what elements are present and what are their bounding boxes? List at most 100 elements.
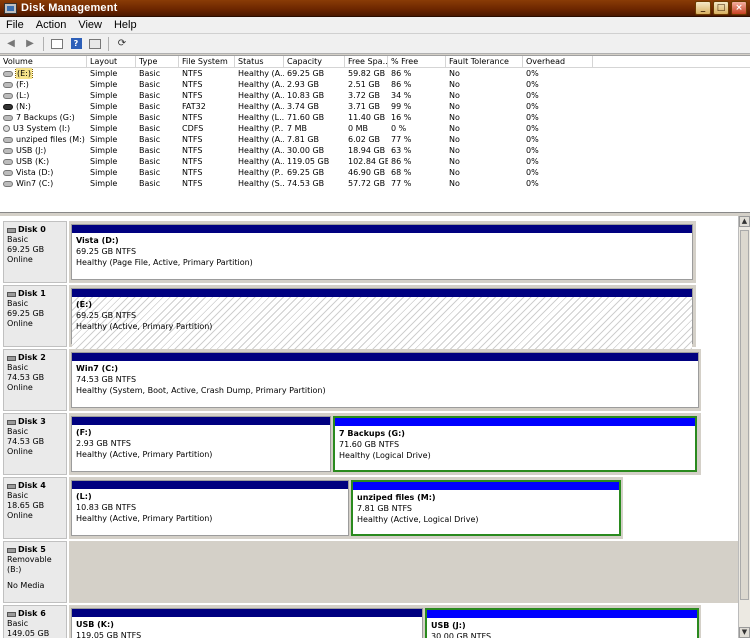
- table-row[interactable]: Win7 (C:) Simple Basic NTFS Healthy (S... 74.…: [0, 178, 750, 189]
- volume-name: (N:): [16, 102, 31, 111]
- volume-name: 7 Backups (G:): [16, 113, 75, 122]
- partition-block[interactable]: USB (J:) 30.00 GB NTFS: [425, 608, 699, 638]
- maximize-button[interactable]: □: [713, 1, 729, 15]
- column-header-file-system[interactable]: File System: [179, 56, 235, 67]
- column-header-free-space[interactable]: Free Spa...: [345, 56, 388, 67]
- column-header-status[interactable]: Status: [235, 56, 284, 67]
- table-cell: Healthy (A...: [238, 157, 284, 166]
- partition-size: 7.81 GB NTFS: [357, 504, 412, 513]
- table-row[interactable]: (L:) Simple Basic NTFS Healthy (A... 10.83 GB…: [0, 90, 750, 101]
- menu-action[interactable]: Action: [30, 19, 73, 31]
- disk-icon: [7, 291, 16, 297]
- table-cell: Basic: [139, 146, 161, 155]
- disk-row: Disk 2 Basic 74.53 GB Online Win7 (C:) 74.53 …: [3, 349, 738, 411]
- table-cell: Healthy (A...: [238, 102, 284, 111]
- disk-info[interactable]: Disk 0 Basic 69.25 GB Online: [3, 221, 67, 283]
- table-cell: 18.94 GB: [348, 146, 386, 155]
- console-icon[interactable]: [49, 37, 65, 51]
- disk-partitions: (L:) 10.83 GB NTFS Healthy (Active, Primar…: [69, 477, 623, 539]
- menu-view[interactable]: View: [72, 19, 108, 31]
- partition-block[interactable]: (L:) 10.83 GB NTFS Healthy (Active, Primar…: [71, 480, 349, 536]
- back-icon[interactable]: ◀: [3, 37, 19, 51]
- help-icon[interactable]: ?: [68, 37, 84, 51]
- disk-info[interactable]: Disk 4 Basic 18.65 GB Online: [3, 477, 67, 539]
- table-cell: Basic: [139, 102, 161, 111]
- partition-block[interactable]: Win7 (C:) 74.53 GB NTFS Healthy (System, B…: [71, 352, 699, 408]
- partition-block[interactable]: (E:) 69.25 GB NTFS Healthy (Active, Primar…: [71, 288, 693, 351]
- column-header-capacity[interactable]: Capacity: [284, 56, 345, 67]
- table-row[interactable]: (F:) Simple Basic NTFS Healthy (A... 2.93 GB 2…: [0, 79, 750, 90]
- partition-status: Healthy (Page File, Active, Primary Part…: [76, 258, 253, 267]
- disk-size: 149.05 GB: [7, 629, 50, 638]
- refresh-icon[interactable]: ⟳: [114, 37, 130, 51]
- disk-info[interactable]: Disk 6 Basic 149.05 GB: [3, 605, 67, 638]
- table-cell: NTFS: [182, 80, 203, 89]
- disk-type: Basic: [7, 363, 29, 372]
- disk-info[interactable]: Disk 2 Basic 74.53 GB Online: [3, 349, 67, 411]
- table-row[interactable]: (E:) Simple Basic NTFS Healthy (A... 69.25 GB…: [0, 68, 750, 79]
- menu-file[interactable]: File: [0, 19, 30, 31]
- partition-size: 2.93 GB NTFS: [76, 439, 131, 448]
- volume-name: Win7 (C:): [16, 179, 54, 188]
- menu-help[interactable]: Help: [108, 19, 143, 31]
- partition-block[interactable]: 7 Backups (G:) 71.60 GB NTFS Healthy (Logi…: [333, 416, 697, 472]
- disk-info[interactable]: Disk 1 Basic 69.25 GB Online: [3, 285, 67, 347]
- column-header-fault-tolerance[interactable]: Fault Tolerance: [446, 56, 523, 67]
- table-row[interactable]: U3 System (I:) Simple Basic CDFS Healthy (P.…: [0, 123, 750, 134]
- toolbar: ◀ ▶ ? ⟳: [0, 34, 750, 54]
- table-row[interactable]: 7 Backups (G:) Simple Basic NTFS Healthy (L.…: [0, 112, 750, 123]
- table-cell: Vista (D:): [0, 167, 87, 178]
- disk-management-app-icon[interactable]: [4, 2, 17, 14]
- column-header-type[interactable]: Type: [136, 56, 179, 67]
- table-cell: 0 MB: [348, 124, 369, 133]
- disk-status: Online: [7, 447, 33, 456]
- forward-icon[interactable]: ▶: [22, 37, 38, 51]
- partition-details: unziped files (M:) 7.81 GB NTFS Healthy (A…: [353, 490, 619, 542]
- minimize-button[interactable]: _: [695, 1, 711, 15]
- partition-label: (E:): [76, 300, 92, 309]
- disk-info[interactable]: Disk 5 Removable (B:) No Media: [3, 541, 67, 603]
- table-cell: NTFS: [182, 69, 203, 78]
- table-cell: Simple: [90, 146, 118, 155]
- column-header-volume[interactable]: Volume: [0, 56, 87, 67]
- table-cell: NTFS: [182, 113, 203, 122]
- vertical-scrollbar[interactable]: ▲ ▼: [738, 216, 750, 638]
- partition-block[interactable]: Vista (D:) 69.25 GB NTFS Healthy (Page Fil…: [71, 224, 693, 280]
- disk-name: Disk 3: [7, 417, 66, 427]
- partition-status: Healthy (Logical Drive): [339, 451, 431, 460]
- table-row[interactable]: (N:) Simple Basic FAT32 Healthy (A... 3.74 GB…: [0, 101, 750, 112]
- disk-type: Basic: [7, 427, 29, 436]
- properties-icon[interactable]: [87, 37, 103, 51]
- table-cell: 68 %: [391, 168, 412, 177]
- partition-block[interactable]: USB (K:) 119.05 GB NTFS: [71, 608, 423, 638]
- partition-block[interactable]: (F:) 2.93 GB NTFS Healthy (Active, Primary…: [71, 416, 331, 472]
- toolbar-separator-2: [108, 36, 109, 51]
- partition-status: Healthy (Active, Primary Partition): [76, 514, 213, 523]
- close-button[interactable]: ×: [731, 1, 747, 15]
- scroll-up-button[interactable]: ▲: [739, 216, 750, 227]
- table-cell: Simple: [90, 168, 118, 177]
- table-row[interactable]: USB (J:) Simple Basic NTFS Healthy (A... 30.0…: [0, 145, 750, 156]
- column-header-overhead[interactable]: Overhead: [523, 56, 593, 67]
- partition-label: 7 Backups (G:): [339, 429, 405, 438]
- partition-size: 74.53 GB NTFS: [76, 375, 137, 384]
- column-header-percent-free[interactable]: % Free: [388, 56, 446, 67]
- partition-bar: [353, 482, 619, 490]
- disk-icon: [7, 483, 16, 489]
- scroll-thumb[interactable]: [740, 230, 749, 600]
- table-row[interactable]: unziped files (M:) Simple Basic NTFS Healthy…: [0, 134, 750, 145]
- scroll-down-button[interactable]: ▼: [739, 627, 750, 638]
- table-cell: Simple: [90, 113, 118, 122]
- disk-partitions: (E:) 69.25 GB NTFS Healthy (Active, Primar…: [69, 285, 696, 351]
- drive-icon: [3, 81, 13, 88]
- table-row[interactable]: Vista (D:) Simple Basic NTFS Healthy (P... 69…: [0, 167, 750, 178]
- table-cell: USB (J:): [0, 145, 87, 156]
- table-row[interactable]: USB (K:) Simple Basic NTFS Healthy (A... 119.…: [0, 156, 750, 167]
- partition-size: 119.05 GB NTFS: [76, 631, 142, 638]
- partition-block[interactable]: unziped files (M:) 7.81 GB NTFS Healthy (A…: [351, 480, 621, 536]
- partition-status: Healthy (Active, Primary Partition): [76, 450, 213, 459]
- column-header-layout[interactable]: Layout: [87, 56, 136, 67]
- disk-info[interactable]: Disk 3 Basic 74.53 GB Online: [3, 413, 67, 475]
- disk-row: Disk 5 Removable (B:) No Media: [3, 541, 738, 603]
- table-cell: unziped files (M:): [0, 134, 87, 145]
